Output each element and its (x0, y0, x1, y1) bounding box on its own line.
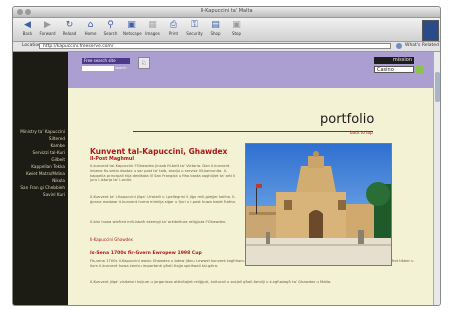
convent-photo-image (246, 144, 391, 265)
article-subheading: Il-Post Maghmul (90, 157, 134, 162)
search-button[interactable]: ⚲ Search (102, 20, 119, 39)
article-link[interactable]: Il-Kapuccini Ghawdex (90, 237, 133, 242)
print-icon: ⎙ (169, 20, 178, 30)
stop-icon: ▣ (232, 20, 241, 30)
sidebar-nav: Ministry ta' Kapuccini Siltered Kambe Servi… (13, 128, 68, 198)
site-search-input[interactable] (82, 66, 114, 71)
article-subheading-2: Is-Sena 1700s fir-Gvern Ewropew 1998 Cup (90, 251, 202, 256)
whats-related-button[interactable]: What's Related (405, 43, 439, 48)
netscape-icon: ▣ (127, 20, 136, 30)
back-arrow-icon: ◀ (24, 20, 31, 30)
article-paragraph: Il-Kunvent jilqa' visitaturi kuljum u jo… (90, 280, 332, 284)
search-icon: ⚲ (107, 20, 114, 30)
language-select[interactable]: Casino (374, 66, 414, 73)
language-go-button[interactable] (416, 66, 423, 73)
sidebar-nav-item[interactable]: Nikola (13, 177, 68, 184)
stop-button[interactable]: ▣ Stop (228, 20, 245, 39)
article-paragraph: Il-kunvent tal-Kapuccini f'Ghawdex jinsa… (90, 164, 236, 183)
back-to-top-link[interactable]: back to top (350, 130, 373, 135)
sidebar-nav-item[interactable]: Kwiet Matra/Mdina (13, 170, 68, 177)
shop-icon: ▤ (211, 20, 220, 30)
url-input[interactable]: http://kapuccini.freeserve.com/ (39, 43, 391, 49)
reload-button[interactable]: ↻ Reload (61, 20, 78, 39)
netscape-logo[interactable] (422, 20, 439, 41)
browser-window: Il-Kapuccini ta' Malta ◀ Back ▶ Forward ↻ R… (12, 6, 441, 306)
convent-photo (245, 143, 392, 266)
shop-button[interactable]: ▤ Shop (207, 20, 224, 39)
page-title: portfolio (320, 112, 375, 127)
navigation-toolbar: ◀ Back ▶ Forward ↻ Reload ⌂ Home ⚲ Search ▣ Ne… (13, 18, 440, 42)
scrollbar-thumb[interactable] (435, 72, 440, 102)
sidebar-nav-item[interactable]: Kambe (13, 142, 68, 149)
sidebar-nav-item[interactable]: Kappellan Tekka (13, 163, 68, 170)
sidebar-nav-item[interactable]: Ministry ta' Kapuccini (13, 128, 68, 135)
site-search-label: Free search site (82, 58, 130, 64)
back-button[interactable]: ◀ Back (19, 20, 36, 39)
vertical-scrollbar[interactable] (433, 52, 440, 305)
sidebar-nav-item[interactable]: Savinl Kuri (13, 191, 68, 198)
sidebar-nav-item[interactable]: Gilbeit (13, 156, 68, 163)
forward-button[interactable]: ▶ Forward (39, 20, 56, 39)
title-bar: Il-Kapuccini ta' Malta (13, 7, 440, 18)
title-divider (133, 131, 373, 132)
reload-icon: ↻ (65, 20, 74, 30)
netscape-button[interactable]: ▣ Netscape (123, 20, 142, 39)
images-icon: ▦ (148, 20, 157, 30)
print-button[interactable]: ⎙ Print (165, 20, 182, 39)
go-icon[interactable] (396, 43, 402, 49)
sidebar-nav-item[interactable]: San Fran gi Chebbieh (13, 184, 68, 191)
site-logo-icon: ♘ (138, 57, 150, 69)
location-bar: Location: http://kapuccini.freeserve.com… (13, 42, 440, 52)
site-search-button[interactable]: search (115, 66, 129, 71)
forward-arrow-icon: ▶ (44, 20, 51, 30)
article-paragraph: Il-bini huwa wieħed mill-isbaħ eżempji t… (90, 220, 227, 224)
images-button[interactable]: ▦ Images (144, 20, 161, 39)
article-heading: Kunvent tal-Kapuccini, Ghawdex (90, 147, 228, 156)
security-button[interactable]: ⚿ Security (186, 20, 203, 39)
site-banner: Free search site search ♘ (68, 52, 371, 88)
window-title: Il-Kapuccini ta' Malta (200, 8, 253, 14)
sidebar-nav-item[interactable]: Servizzi tal-Kuri (13, 149, 68, 156)
site-sidebar: Ministry ta' Kapuccini Siltered Kambe Servi… (13, 52, 68, 305)
banner-right: mission Casino (371, 52, 433, 88)
web-page: Ministry ta' Kapuccini Siltered Kambe Servi… (13, 52, 433, 305)
security-icon: ⚿ (191, 20, 198, 30)
sidebar-nav-item[interactable]: Siltered (13, 135, 68, 142)
mission-label: mission (374, 57, 414, 64)
home-icon: ⌂ (87, 20, 94, 30)
article-paragraph: Il-Kunvent ta' l-Kapuccini jilqa' l-frat… (90, 195, 236, 204)
home-button[interactable]: ⌂ Home (82, 20, 99, 39)
